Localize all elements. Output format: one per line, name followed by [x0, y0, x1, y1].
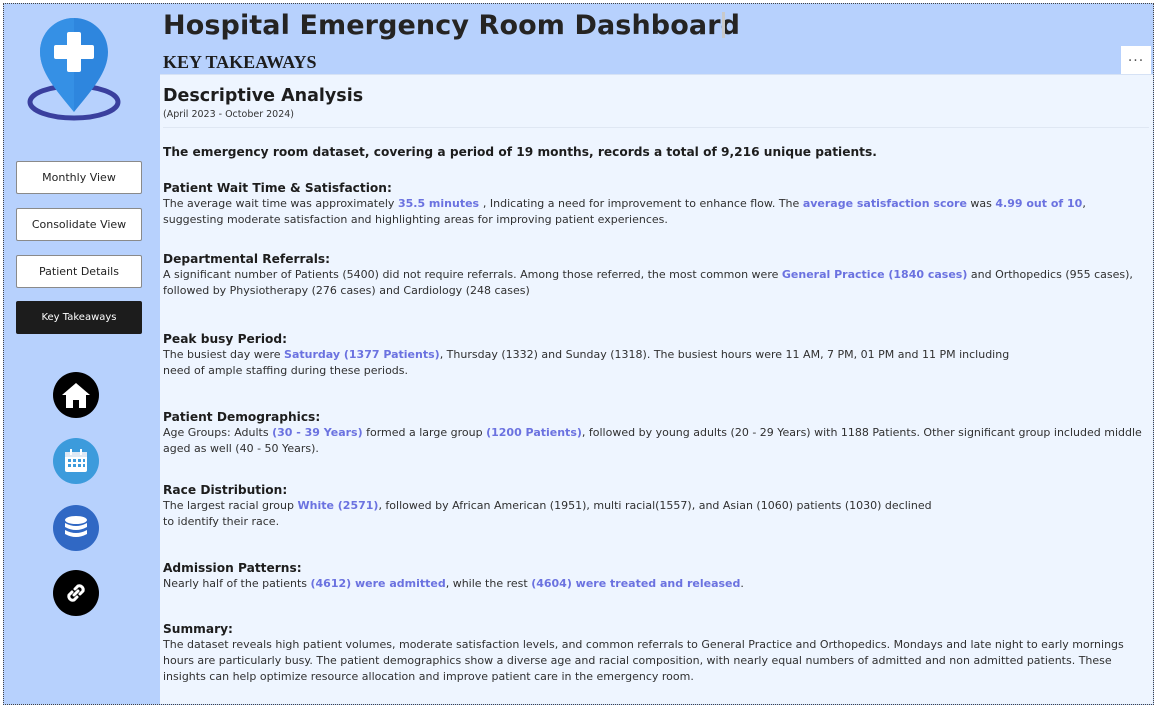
- highlight: (30 - 39 Years): [272, 426, 363, 439]
- section-demographics: Patient Demographics: Age Groups: Adults…: [163, 410, 1142, 457]
- section-text: Age Groups: Adults (30 - 39 Years) forme…: [163, 425, 1142, 457]
- text: , while the rest: [445, 577, 532, 590]
- text: need of ample staffing during these peri…: [163, 364, 409, 377]
- text: The average wait time was approximately: [163, 197, 398, 210]
- text: formed a large group: [362, 426, 487, 439]
- text: aged as well (40 - 50 Years).: [163, 442, 319, 455]
- dashboard-frame: Monthly View Consolidate View Patient De…: [3, 3, 1154, 705]
- map-pin-medical-cross-icon: [27, 18, 121, 121]
- section-heading: Patient Wait Time & Satisfaction:: [163, 181, 392, 195]
- calendar-glyph-icon: [65, 449, 87, 472]
- section-admission: Admission Patterns: Nearly half of the p…: [163, 561, 1123, 592]
- section-heading: Peak busy Period:: [163, 332, 287, 346]
- text: , followed by African American (1951), m…: [378, 499, 932, 512]
- section-referrals: Departmental Referrals: A significant nu…: [163, 252, 1133, 299]
- database-glyph-icon: [65, 516, 87, 537]
- link-icon[interactable]: [53, 570, 99, 616]
- takeaways-panel: Descriptive Analysis (April 2023 - Octob…: [160, 74, 1153, 704]
- key-takeaways-button[interactable]: Key Takeaways: [16, 301, 142, 334]
- title-divider: [722, 12, 725, 38]
- section-text: The dataset reveals high patient volumes…: [163, 637, 1124, 685]
- text: , followed by young adults (20 - 29 Year…: [581, 426, 1142, 439]
- text: to identify their race.: [163, 515, 280, 528]
- home-icon[interactable]: [53, 372, 99, 418]
- date-range: (April 2023 - October 2024): [163, 109, 295, 120]
- section-heading: Summary:: [163, 622, 233, 636]
- text: Age Groups: Adults: [163, 426, 273, 439]
- highlight: average satisfaction score: [802, 197, 967, 210]
- text: A significant number of Patients (5400) …: [163, 268, 782, 281]
- text: hours are particularly busy. The patient…: [163, 654, 1112, 667]
- section-summary: Summary: The dataset reveals high patien…: [163, 622, 1124, 685]
- text: , Thursday (1332) and Sunday (1318). The…: [439, 348, 1010, 361]
- header: Hospital Emergency Room Dashboard KEY TA…: [160, 4, 1153, 76]
- section-heading: Admission Patterns:: [163, 561, 302, 575]
- text: ,: [1082, 197, 1086, 210]
- text: , Indicating a need for improvement to e…: [482, 197, 803, 210]
- highlight: White (2571): [297, 499, 379, 512]
- highlight: (1200 Patients): [486, 426, 582, 439]
- consolidate-view-button[interactable]: Consolidate View: [16, 208, 142, 241]
- page-subtitle: KEY TAKEAWAYS: [163, 52, 317, 72]
- text: The largest racial group: [163, 499, 298, 512]
- text: The busiest day were: [163, 348, 285, 361]
- section-text: The largest racial group White (2571), f…: [163, 498, 1123, 530]
- text: insights can help optimize resource allo…: [163, 670, 694, 683]
- section-text: Nearly half of the patients (4612) were …: [163, 576, 1123, 592]
- chain-link-glyph-icon: [67, 584, 85, 602]
- section-text: A significant number of Patients (5400) …: [163, 267, 1133, 299]
- section-heading: Patient Demographics:: [163, 410, 321, 424]
- text: suggesting moderate satisfaction and hig…: [163, 213, 668, 226]
- intro-text: The emergency room dataset, covering a p…: [163, 145, 877, 159]
- sidebar: Monthly View Consolidate View Patient De…: [4, 4, 160, 704]
- highlight: 4.99 out of 10: [995, 197, 1083, 210]
- section-heading: Race Distribution:: [163, 483, 288, 497]
- calendar-icon[interactable]: [53, 438, 99, 484]
- monthly-view-button[interactable]: Monthly View: [16, 161, 142, 194]
- highlight: General Practice (1840 cases): [781, 268, 968, 281]
- text: Nearly half of the patients: [163, 577, 311, 590]
- text: .: [740, 577, 744, 590]
- highlight: (4604) were treated and released: [531, 577, 741, 590]
- patient-details-button[interactable]: Patient Details: [16, 255, 142, 288]
- database-icon[interactable]: [53, 505, 99, 551]
- more-options-icon[interactable]: ···: [1121, 46, 1151, 76]
- text: was: [966, 197, 996, 210]
- panel-title: Descriptive Analysis: [163, 86, 364, 106]
- section-text: The average wait time was approximately …: [163, 196, 1123, 228]
- divider: [163, 127, 1149, 128]
- home-glyph-icon: [62, 383, 90, 408]
- highlight: Saturday (1377 Patients): [284, 348, 440, 361]
- text: followed by Physiotherapy (276 cases) an…: [163, 284, 530, 297]
- text: The dataset reveals high patient volumes…: [163, 638, 1124, 651]
- page-title: Hospital Emergency Room Dashboard: [163, 10, 741, 41]
- section-race: Race Distribution: The largest racial gr…: [163, 483, 1123, 530]
- section-text: The busiest day were Saturday (1377 Pati…: [163, 347, 1123, 379]
- section-peak-period: Peak busy Period: The busiest day were S…: [163, 332, 1123, 379]
- section-wait-time: Patient Wait Time & Satisfaction: The av…: [163, 181, 1123, 228]
- highlight: (4612) were admitted: [310, 577, 446, 590]
- highlight: 35.5 minutes: [397, 197, 483, 210]
- text: and Orthopedics (955 cases),: [967, 268, 1133, 281]
- section-heading: Departmental Referrals:: [163, 252, 331, 266]
